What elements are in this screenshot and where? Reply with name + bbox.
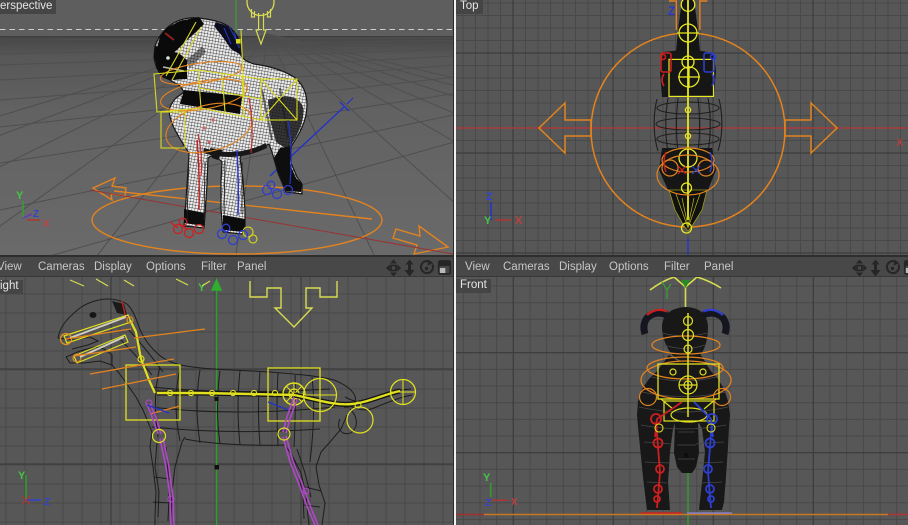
svg-text:Y: Y: [483, 472, 491, 484]
svg-text:Y: Y: [18, 470, 26, 482]
svg-text:Z: Z: [44, 497, 50, 508]
svg-text:Z: Z: [486, 191, 493, 203]
svg-text:Z: Z: [485, 498, 491, 509]
svg-text:Y: Y: [484, 215, 492, 227]
svg-text:X: X: [515, 215, 523, 227]
svg-text:X: X: [43, 219, 50, 230]
svg-text:Y: Y: [16, 190, 24, 202]
svg-text:X: X: [896, 137, 904, 149]
svg-text:Z: Z: [33, 209, 39, 220]
svg-text:Z: Z: [668, 4, 675, 18]
svg-text:X: X: [511, 497, 518, 508]
